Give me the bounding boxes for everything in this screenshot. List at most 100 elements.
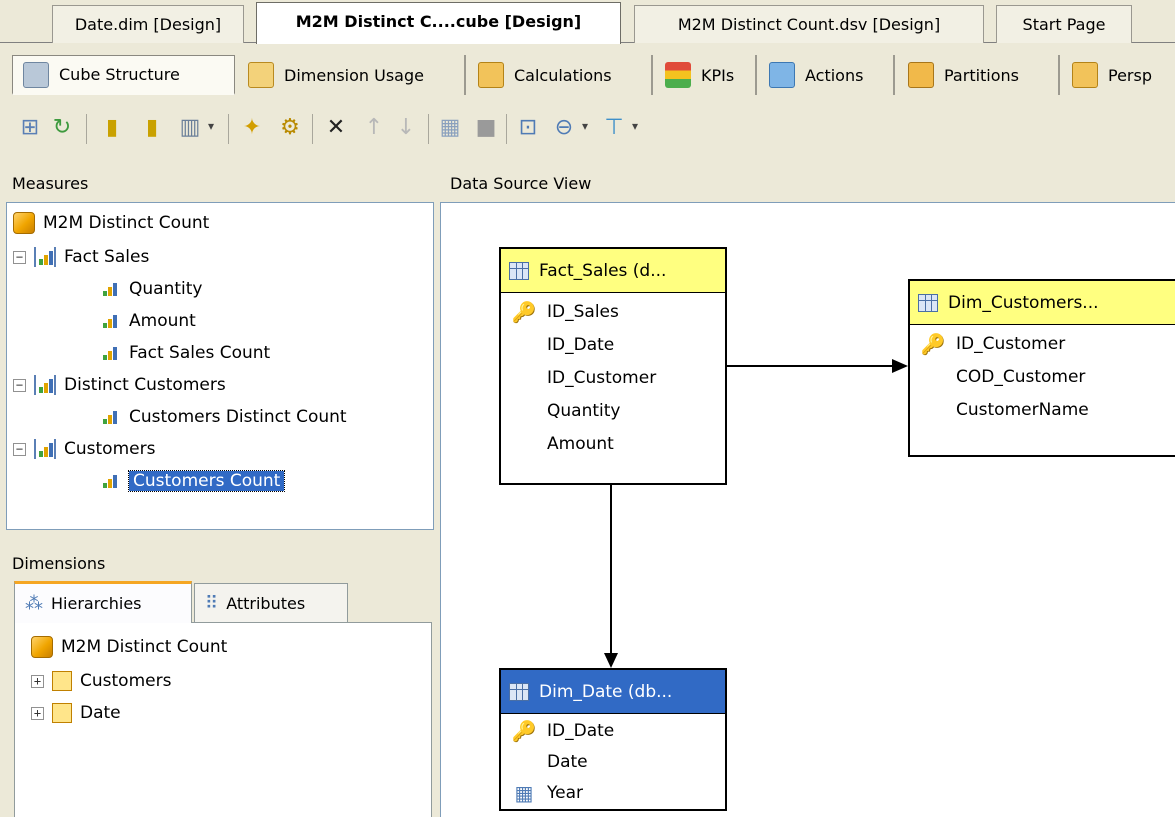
column-row[interactable]: Quantity (501, 394, 725, 427)
column-name: Quantity (547, 400, 621, 421)
dimension-customers[interactable]: + Customers (31, 667, 171, 695)
measure-group-fact-sales[interactable]: − Fact Sales (13, 243, 149, 271)
column-row[interactable]: Date (501, 746, 725, 777)
tab-label: Partitions (944, 65, 1020, 85)
tree-view-icon[interactable]: ■ (472, 114, 500, 142)
column-row[interactable]: COD_Customer (910, 360, 1175, 393)
column-name: COD_Customer (956, 366, 1086, 387)
move-up-icon[interactable]: ↑ (360, 114, 388, 142)
tab-kpis[interactable]: KPIs (655, 55, 757, 95)
table-icon (918, 293, 938, 312)
tab-perspectives[interactable]: Persp (1062, 55, 1175, 95)
table-dim-date[interactable]: Dim_Date (db... 🔑 ID_Date Date ▦ Year (499, 668, 727, 811)
column-name: Date (547, 751, 588, 772)
measure-group-distinct-customers[interactable]: − Distinct Customers (13, 371, 226, 399)
table-title: Fact_Sales (d... (539, 260, 667, 281)
new-measure-icon[interactable]: ▮ (98, 114, 126, 142)
process-icon[interactable]: ⊞ (16, 114, 44, 142)
tab-dimension-usage[interactable]: Dimension Usage (238, 55, 466, 95)
measure-group-customers[interactable]: − Customers (13, 435, 155, 463)
dimensions-root-label: M2M Distinct Count (61, 637, 228, 657)
dimensions-root[interactable]: M2M Distinct Count (31, 633, 227, 661)
tab-actions[interactable]: Actions (759, 55, 895, 95)
measure-quantity[interactable]: Quantity (101, 275, 202, 303)
table-title: Dim_Date (db... (539, 681, 673, 702)
expand-icon[interactable]: + (31, 674, 44, 688)
calculated-column-icon: ▦ (514, 780, 534, 805)
tab-label: Dimension Usage (284, 65, 424, 85)
primary-key-icon: 🔑 (511, 718, 537, 743)
tab-label: Hierarchies (51, 594, 142, 613)
column-row[interactable]: Amount (501, 427, 725, 460)
arrange-dropdown-icon[interactable]: ▾ (632, 119, 638, 133)
measure-label: Quantity (129, 279, 203, 299)
column-name: ID_Date (547, 334, 615, 355)
partitions-icon (908, 62, 934, 88)
add-cube-dimension-icon[interactable]: ✦ (238, 114, 266, 142)
tab-attributes[interactable]: ⠿ Attributes (194, 583, 348, 623)
dimension-icon (52, 671, 72, 691)
measure-icon (101, 280, 121, 298)
delete-icon[interactable]: ✕ (322, 114, 350, 142)
kpi-icon (665, 62, 691, 88)
dimension-label: Customers (80, 671, 172, 691)
measure-amount[interactable]: Amount (101, 307, 196, 335)
collapse-icon[interactable]: − (13, 250, 26, 264)
show-columns-icon[interactable]: ▥ (176, 114, 204, 142)
table-header[interactable]: Fact_Sales (d... (501, 249, 725, 293)
tab-hierarchies[interactable]: ⁂ Hierarchies (14, 581, 192, 623)
doc-tab-dsv-design[interactable]: M2M Distinct Count.dsv [Design] (634, 5, 984, 43)
zoom-icon[interactable]: ⊖ (550, 114, 578, 142)
zoom-to-fit-icon[interactable]: ⊡ (514, 114, 542, 142)
collapse-icon[interactable]: − (13, 442, 26, 456)
measures-root-label: M2M Distinct Count (43, 213, 210, 233)
tab-label: Calculations (514, 65, 612, 85)
column-row[interactable]: ID_Date (501, 328, 725, 361)
cube-icon (31, 636, 53, 658)
tab-cube-structure[interactable]: Cube Structure (12, 55, 235, 95)
tab-calculations[interactable]: Calculations (468, 55, 653, 95)
group-label: Customers (64, 439, 156, 459)
table-header[interactable]: Dim_Date (db... (501, 670, 725, 714)
table-dim-customers[interactable]: Dim_Customers... 🔑 ID_Customer COD_Custom… (908, 279, 1175, 457)
toolbar-separator (86, 114, 87, 144)
tab-label: KPIs (701, 65, 735, 85)
cube-structure-icon (23, 61, 49, 88)
tab-label: Cube Structure (59, 65, 180, 84)
grid-view-icon[interactable]: ▦ (436, 114, 464, 142)
arrowhead-icon (892, 359, 908, 373)
dimension-date[interactable]: + Date (31, 699, 121, 727)
column-row[interactable]: 🔑 ID_Sales (501, 295, 725, 328)
measure-fact-sales-count[interactable]: Fact Sales Count (101, 339, 270, 367)
table-header[interactable]: Dim_Customers... (910, 281, 1175, 325)
add-table-icon[interactable]: ⚙ (276, 114, 304, 142)
column-name: ID_Date (547, 720, 615, 741)
column-row[interactable]: 🔑 ID_Date (501, 715, 725, 746)
dsv-canvas[interactable]: Fact_Sales (d... 🔑 ID_Sales ID_Date ID_Cu… (440, 202, 1175, 817)
doc-tab-start-page[interactable]: Start Page (996, 5, 1132, 43)
toolbar-separator (228, 114, 229, 144)
table-icon (509, 682, 529, 701)
tab-label: Attributes (226, 594, 306, 613)
collapse-icon[interactable]: − (13, 378, 26, 392)
measure-customers-distinct-count[interactable]: Customers Distinct Count (101, 403, 347, 431)
zoom-dropdown-icon[interactable]: ▾ (582, 119, 588, 133)
move-down-icon[interactable]: ↓ (392, 114, 420, 142)
tab-partitions[interactable]: Partitions (898, 55, 1060, 95)
table-fact-sales[interactable]: Fact_Sales (d... 🔑 ID_Sales ID_Date ID_Cu… (499, 247, 727, 485)
measures-root[interactable]: M2M Distinct Count (13, 209, 209, 237)
doc-tab-date-dim[interactable]: Date.dim [Design] (52, 5, 244, 43)
expand-icon[interactable]: + (31, 706, 44, 720)
arrange-tables-icon[interactable]: ⊤ (600, 114, 628, 142)
show-columns-dropdown-icon[interactable]: ▾ (208, 119, 214, 133)
refresh-icon[interactable]: ↻ (48, 114, 76, 142)
primary-key-icon: 🔑 (920, 331, 946, 356)
column-row[interactable]: 🔑 ID_Customer (910, 327, 1175, 360)
new-measure-group-icon[interactable]: ▮ (138, 114, 166, 142)
doc-tab-cube-design[interactable]: M2M Distinct C....cube [Design] (256, 2, 621, 44)
measure-customers-count[interactable]: Customers Count (101, 467, 286, 495)
column-row[interactable]: ▦ Year (501, 777, 725, 808)
column-row[interactable]: ID_Customer (501, 361, 725, 394)
measure-icon (101, 344, 121, 362)
column-row[interactable]: CustomerName (910, 393, 1175, 426)
